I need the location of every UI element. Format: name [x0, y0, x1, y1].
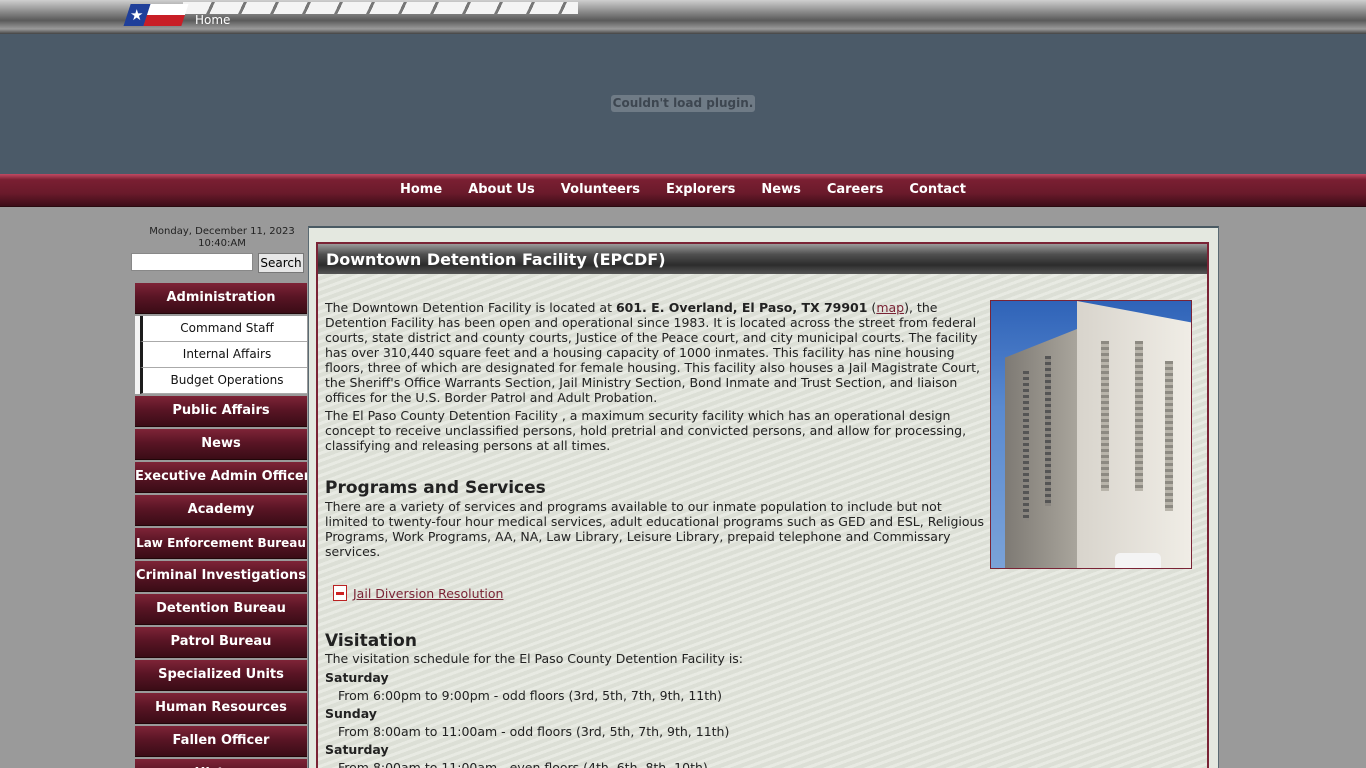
- programs-text: There are a variety of services and prog…: [325, 499, 984, 559]
- intro-paragraph: The Downtown Detention Facility is locat…: [325, 300, 980, 405]
- texas-flag-icon: ★: [123, 4, 189, 26]
- schedule-time: From 8:00am to 11:00am - odd floors (3rd…: [338, 724, 730, 739]
- schedule-day: Saturday: [325, 670, 389, 685]
- programs-heading: Programs and Services: [325, 478, 546, 498]
- date-text: Monday, December 11, 2023: [149, 226, 295, 237]
- intro-text: The Downtown Detention Facility is locat…: [325, 300, 985, 456]
- side-item-executive-admin-officer[interactable]: Executive Admin Officer: [135, 462, 307, 493]
- side-item-administration[interactable]: Administration: [135, 283, 307, 314]
- facility-photo: [990, 300, 1192, 569]
- schedule-time: From 6:00pm to 9:00pm - odd floors (3rd,…: [338, 688, 722, 703]
- visitation-intro: The visitation schedule for the El Paso …: [325, 651, 744, 666]
- content-inner: Downtown Detention Facility (EPCDF) The …: [316, 242, 1209, 768]
- side-item-detention-bureau[interactable]: Detention Bureau: [135, 594, 307, 625]
- sub-item-internal-affairs[interactable]: Internal Affairs: [140, 342, 307, 368]
- side-item-criminal-investigations[interactable]: Criminal Investigations: [135, 561, 307, 592]
- sub-item-command-staff[interactable]: Command Staff: [140, 316, 307, 342]
- nav-volunteers[interactable]: Volunteers: [561, 174, 640, 206]
- facility-description: The El Paso County Detention Facility , …: [325, 408, 967, 453]
- search-button[interactable]: Search: [258, 253, 304, 273]
- top-bar: ★ Home: [0, 0, 1366, 34]
- content-panel: Downtown Detention Facility (EPCDF) The …: [308, 226, 1219, 768]
- search-input[interactable]: [131, 253, 253, 271]
- page-title: Downtown Detention Facility (EPCDF): [318, 244, 1207, 274]
- time-text: 10:40:AM: [198, 238, 246, 249]
- jail-diversion-link[interactable]: Jail Diversion Resolution: [353, 586, 503, 601]
- side-item-public-affairs[interactable]: Public Affairs: [135, 396, 307, 427]
- pdf-row: Jail Diversion Resolution: [333, 585, 503, 601]
- side-item-academy[interactable]: Academy: [135, 495, 307, 526]
- search-row: Search: [128, 253, 310, 275]
- administration-submenu: Command Staff Internal Affairs Budget Op…: [135, 316, 307, 394]
- nav-news[interactable]: News: [761, 174, 800, 206]
- side-item-news[interactable]: News: [135, 429, 307, 460]
- header-stripes: [183, 2, 578, 14]
- schedule-day: Sunday: [325, 706, 377, 721]
- schedule-time: From 8:00am to 11:00am - even floors (4t…: [338, 760, 708, 768]
- top-home-link[interactable]: Home: [195, 13, 230, 27]
- pdf-icon: [333, 585, 347, 601]
- nav-contact[interactable]: Contact: [909, 174, 966, 206]
- side-item-patrol-bureau[interactable]: Patrol Bureau: [135, 627, 307, 658]
- side-item-history[interactable]: History: [135, 759, 307, 768]
- date-display: Monday, December 11, 2023 10:40:AM: [134, 226, 310, 250]
- nav-about-us[interactable]: About Us: [468, 174, 535, 206]
- nav-careers[interactable]: Careers: [827, 174, 884, 206]
- left-column: Monday, December 11, 2023 10:40:AM Searc…: [128, 226, 310, 768]
- side-item-fallen-officer[interactable]: Fallen Officer: [135, 726, 307, 757]
- plugin-error-message: Couldn't load plugin.: [611, 95, 755, 112]
- main-navigation: Home About Us Volunteers Explorers News Caree…: [0, 174, 1366, 207]
- nav-home[interactable]: Home: [400, 174, 442, 206]
- visitation-schedule: Saturday From 6:00pm to 9:00pm - odd flo…: [325, 669, 729, 768]
- side-item-specialized-units[interactable]: Specialized Units: [135, 660, 307, 691]
- side-item-law-enforcement-bureau[interactable]: Law Enforcement Bureau: [135, 528, 307, 559]
- sub-item-budget-operations[interactable]: Budget Operations: [140, 368, 307, 394]
- nav-explorers[interactable]: Explorers: [666, 174, 735, 206]
- map-link[interactable]: map: [876, 300, 904, 315]
- schedule-day: Saturday: [325, 742, 389, 757]
- visitation-heading: Visitation: [325, 631, 417, 651]
- address-text: 601. E. Overland, El Paso, TX 79901: [615, 300, 868, 315]
- side-item-human-resources[interactable]: Human Resources: [135, 693, 307, 724]
- side-navigation: Administration Command Staff Internal Af…: [135, 283, 307, 768]
